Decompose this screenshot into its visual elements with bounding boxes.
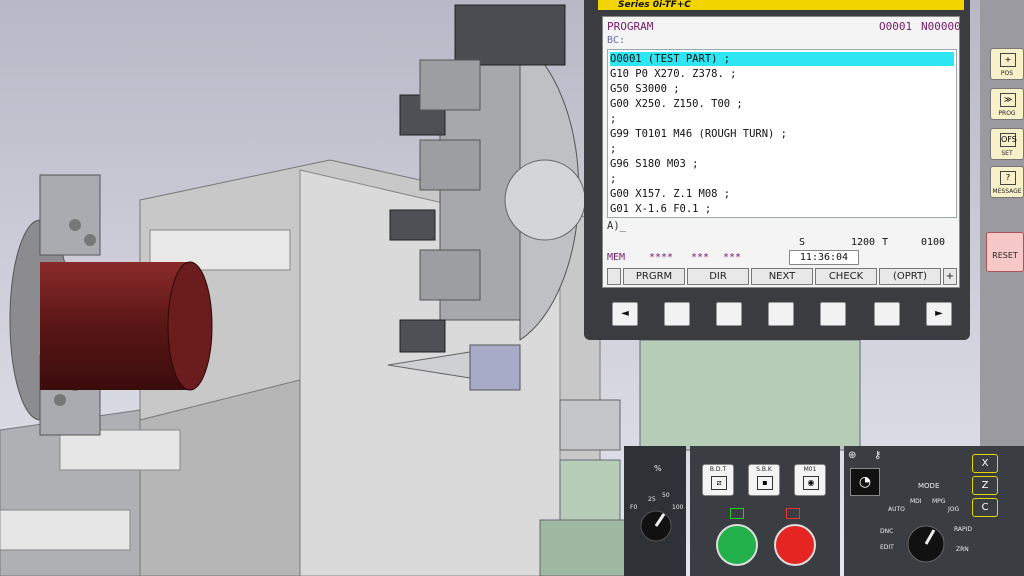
screen-title: PROGRAM [607, 20, 654, 33]
compass-icon: ⊕ [848, 450, 857, 461]
status-stars: *** [691, 252, 710, 263]
softkey-prgrm[interactable]: PRGRM [623, 268, 685, 285]
control-key-panel: B.D.T ⧄ S.B.K ▪ M01 ◉ [690, 446, 840, 576]
prog-icon: ≫ [1000, 93, 1016, 107]
program-line[interactable]: ; [610, 172, 954, 186]
key-icon: ⚷ [874, 450, 882, 461]
offset-setting-key[interactable]: OFS SET [990, 128, 1024, 160]
prog-key[interactable]: ≫ PROG [990, 88, 1024, 120]
tool-number: 0100 [921, 237, 946, 248]
handwheel-icon[interactable]: ◔ [850, 468, 880, 496]
optional-stop-key[interactable]: M01 ◉ [794, 464, 826, 496]
mode-title: MODE [918, 482, 940, 490]
program-line[interactable]: G00 X250. Z150. T00 ; [610, 97, 954, 111]
series-banner: Series 0i-TF+C [598, 0, 964, 10]
program-line[interactable]: G00 X157. Z.1 M08 ; [610, 187, 954, 201]
cycle-start-button[interactable] [716, 524, 758, 566]
tool-label: T [882, 237, 889, 248]
clock: 11:36:04 [789, 250, 859, 265]
feed-override-label: % [654, 464, 662, 473]
program-line[interactable]: G10 P0 X270. Z378. ; [610, 67, 954, 81]
mode-indicator: MEM [607, 252, 626, 263]
program-line[interactable]: ; [610, 142, 954, 156]
softkey-button-2[interactable] [716, 302, 742, 326]
optional-stop-icon: ◉ [803, 476, 819, 490]
program-line[interactable]: G99 T0101 M46 (ROUGH TURN) ; [610, 127, 954, 141]
input-buffer[interactable]: A)_ [607, 220, 626, 232]
block-delete-icon: ⧄ [711, 476, 727, 490]
status-stars: *** [723, 252, 742, 263]
single-block-key[interactable]: S.B.K ▪ [748, 464, 780, 496]
axis-z-button[interactable]: Z [972, 476, 998, 495]
cnc-lcd-screen: PROGRAM O0001 N00000 BC: O0001 (TEST PAR… [602, 16, 961, 288]
single-block-icon: ▪ [757, 476, 773, 490]
offset-icon: OFS [1000, 133, 1017, 147]
spindle-label: S [799, 237, 806, 248]
program-line[interactable]: G96 S180 M03 ; [610, 157, 954, 171]
nav-left-button[interactable]: ◄ [612, 302, 638, 326]
program-line[interactable]: ; [610, 112, 954, 126]
spindle-speed: 1200 [851, 237, 876, 248]
softkey-oprt[interactable]: (OPRT) [879, 268, 941, 285]
mode-panel: ⊕ ⚷ ◔ MODE AUTO MDI MPG JOG RAPID ZRN ED… [844, 446, 1024, 576]
softkey-button-3[interactable] [768, 302, 794, 326]
feed-override-knob[interactable] [638, 508, 674, 544]
softkey-dir[interactable]: DIR [687, 268, 749, 285]
reset-label: RESET [992, 251, 1018, 260]
softkey-button-1[interactable] [664, 302, 690, 326]
softkey-button-5[interactable] [874, 302, 900, 326]
axis-x-button[interactable]: X [972, 454, 998, 473]
softkey-prev[interactable] [607, 268, 621, 285]
cycle-start-indicator [730, 508, 744, 519]
block-delete-key[interactable]: B.D.T ⧄ [702, 464, 734, 496]
bc-label: BC: [607, 35, 626, 46]
feed-hold-indicator [786, 508, 800, 519]
softkey-button-4[interactable] [820, 302, 846, 326]
status-stars: **** [649, 252, 674, 263]
program-line[interactable]: O0001 (TEST PART) ; [610, 52, 954, 66]
softkey-check[interactable]: CHECK [815, 268, 877, 285]
pos-icon: + [1000, 53, 1016, 67]
message-key[interactable]: ? MESSAGE [990, 166, 1024, 198]
program-line[interactable]: G01 X-1.6 F0.1 ; [610, 202, 954, 216]
pos-key[interactable]: + POS [990, 48, 1024, 80]
reset-button[interactable]: RESET [986, 232, 1024, 272]
message-icon: ? [1000, 171, 1016, 185]
softkey-next-page[interactable]: + [943, 268, 957, 285]
mode-selector-knob[interactable] [904, 522, 948, 566]
program-listing[interactable]: O0001 (TEST PART) ; G10 P0 X270. Z378. ;… [607, 49, 957, 218]
nav-right-button[interactable]: ► [926, 302, 952, 326]
program-number: O0001 [879, 20, 913, 33]
softkey-next[interactable]: NEXT [751, 268, 813, 285]
sequence-number: N00000 [921, 20, 961, 33]
feed-override-panel: % 25 50 F0 100 [624, 446, 686, 576]
feed-hold-button[interactable] [774, 524, 816, 566]
program-line[interactable]: G50 S3000 ; [610, 82, 954, 96]
axis-c-button[interactable]: C [972, 498, 998, 517]
